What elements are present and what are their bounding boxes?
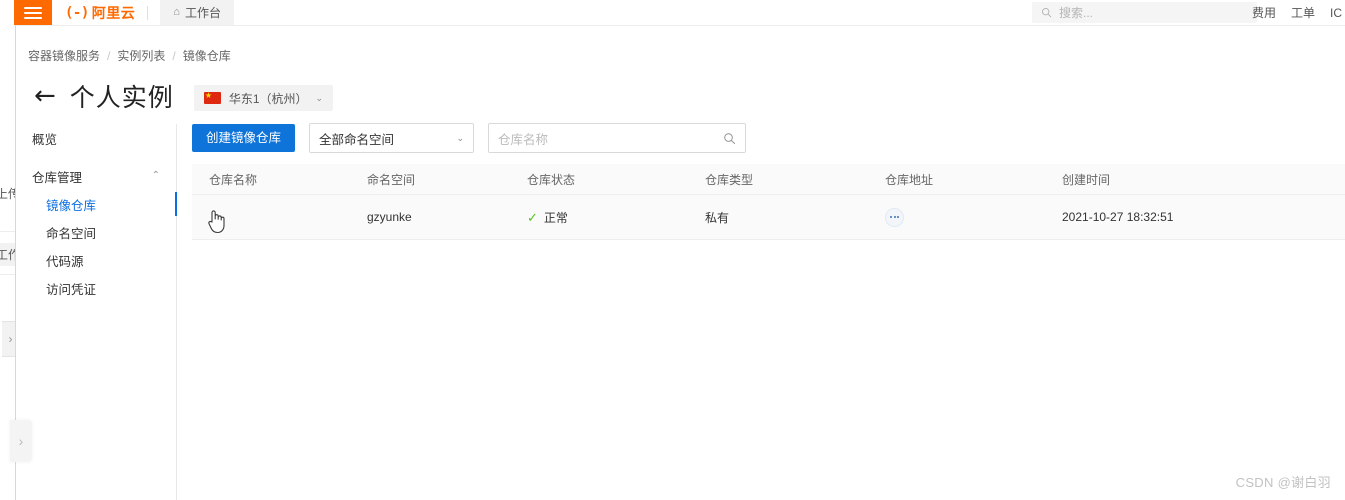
chevron-down-icon: ⌄ <box>315 92 324 103</box>
column-header-created-at: 创建时间 <box>1062 172 1111 187</box>
edge-panel-upload-label[interactable]: 上传 <box>0 185 15 202</box>
hamburger-icon[interactable] <box>14 0 52 25</box>
global-search-placeholder: 搜索... <box>1059 6 1094 20</box>
home-icon: ⌂ <box>173 6 180 18</box>
workbench-button[interactable]: ⌂ 工作台 <box>160 0 234 25</box>
edge-panel-divider <box>0 231 15 232</box>
breadcrumb-item-service[interactable]: 容器镜像服务 <box>28 47 100 64</box>
repository-table: 仓库名称 命名空间 仓库状态 仓库类型 仓库地址 创建时间 gzyunke ✓ … <box>192 164 1345 240</box>
column-header-status: 仓库状态 <box>527 172 576 187</box>
region-selector[interactable]: 华东1（杭州） ⌄ <box>193 85 334 111</box>
edge-panel-divider <box>0 274 15 275</box>
column-header-type: 仓库类型 <box>705 172 754 187</box>
cell-created-at: 2021-10-27 18:32:51 <box>1062 210 1174 224</box>
table-header-row: 仓库名称 命名空间 仓库状态 仓库类型 仓库地址 创建时间 <box>192 164 1345 195</box>
column-header-address: 仓库地址 <box>885 172 934 187</box>
back-arrow-icon[interactable]: ← <box>34 83 56 109</box>
header-nav: 费用 工单 IC <box>1252 0 1342 25</box>
nav-item-tickets[interactable]: 工单 <box>1291 4 1315 21</box>
cell-namespace: gzyunke <box>367 210 412 224</box>
breadcrumb-item-current: 镜像仓库 <box>182 49 231 63</box>
sidebar-item-label: 访问凭证 <box>46 282 97 297</box>
global-search-input[interactable]: 搜索... <box>1032 2 1257 23</box>
cell-type: 私有 <box>705 210 730 225</box>
column-header-namespace: 命名空间 <box>367 172 416 187</box>
edge-panel-workbench-label[interactable]: 工作 <box>0 243 15 266</box>
app-root: (-) 阿里云 ⌂ 工作台 搜索... 费用 工单 IC 容器镜像服务 / 实例… <box>0 0 1345 500</box>
logo-mark-icon: (-) <box>65 4 89 21</box>
page-title: 个人实例 <box>69 84 174 112</box>
floating-expand-button[interactable]: › <box>10 420 32 462</box>
breadcrumb-item-instances[interactable]: 实例列表 <box>117 47 165 64</box>
cell-address <box>885 207 1062 227</box>
namespace-select[interactable]: 全部命名空间 ⌄ <box>309 123 475 153</box>
sidebar-item-overview[interactable]: 概览 <box>14 124 176 152</box>
cell-status: ✓ 正常 <box>527 209 705 226</box>
sidebar-item-access-credentials[interactable]: 访问凭证 <box>14 274 176 302</box>
sidebar-item-label: 代码源 <box>46 254 84 269</box>
breadcrumb-separator: / <box>172 48 176 63</box>
sidebar-item-image-repository[interactable]: 镜像仓库 <box>14 190 177 218</box>
ellipsis-icon[interactable] <box>885 207 904 227</box>
sidebar-group-label: 仓库管理 <box>32 170 83 185</box>
breadcrumb: 容器镜像服务 / 实例列表 / 镜像仓库 <box>28 47 231 64</box>
region-label: 华东1（杭州） <box>228 91 308 106</box>
header-divider <box>147 5 149 20</box>
status-badge: 正常 <box>543 210 568 225</box>
sidebar-group-repo-management[interactable]: 仓库管理 ⌃ <box>14 162 176 190</box>
china-flag-icon <box>203 90 221 104</box>
chevron-up-icon: ⌃ <box>151 169 160 181</box>
sidebar-item-label: 概览 <box>32 132 58 147</box>
top-header: (-) 阿里云 ⌂ 工作台 搜索... 费用 工单 IC <box>0 0 1345 26</box>
sidebar-item-label: 镜像仓库 <box>46 198 97 213</box>
watermark: CSDN @谢白羽 <box>1235 475 1331 490</box>
namespace-select-value: 全部命名空间 <box>319 132 395 147</box>
chevron-down-icon: ⌄ <box>456 132 465 143</box>
create-repository-button[interactable]: 创建镜像仓库 <box>192 124 296 152</box>
aliyun-logo[interactable]: (-) 阿里云 <box>65 3 135 23</box>
page-header: ← 个人实例 华东1（杭州） ⌄ <box>34 78 334 114</box>
nav-item-icp[interactable]: IC <box>1330 6 1342 20</box>
repository-search-placeholder: 仓库名称 <box>498 132 549 147</box>
check-icon: ✓ <box>527 209 538 225</box>
workbench-label: 工作台 <box>184 6 221 20</box>
toolbar: 创建镜像仓库 全部命名空间 ⌄ 仓库名称 <box>192 123 1345 153</box>
nav-item-fees[interactable]: 费用 <box>1252 4 1276 21</box>
sidebar-item-namespace[interactable]: 命名空间 <box>14 218 176 246</box>
table-row[interactable]: gzyunke ✓ 正常 私有 2021-10-27 18:32:51 <box>192 195 1345 240</box>
search-icon <box>724 132 736 144</box>
repository-search-input[interactable]: 仓库名称 <box>488 123 747 153</box>
edge-panel-expand-button[interactable]: › <box>2 321 15 357</box>
breadcrumb-separator: / <box>107 48 111 63</box>
sidebar-item-code-source[interactable]: 代码源 <box>14 246 176 274</box>
main-content: 创建镜像仓库 全部命名空间 ⌄ 仓库名称 仓库名称 命名空间 仓库状态 仓库类型… <box>192 123 1345 500</box>
logo-text: 阿里云 <box>91 4 136 21</box>
column-header-name: 仓库名称 <box>209 172 258 187</box>
sidebar-item-label: 命名空间 <box>46 226 97 241</box>
search-icon <box>1041 7 1052 18</box>
sidebar: 概览 仓库管理 ⌃ 镜像仓库 命名空间 代码源 访问凭证 <box>14 124 177 500</box>
